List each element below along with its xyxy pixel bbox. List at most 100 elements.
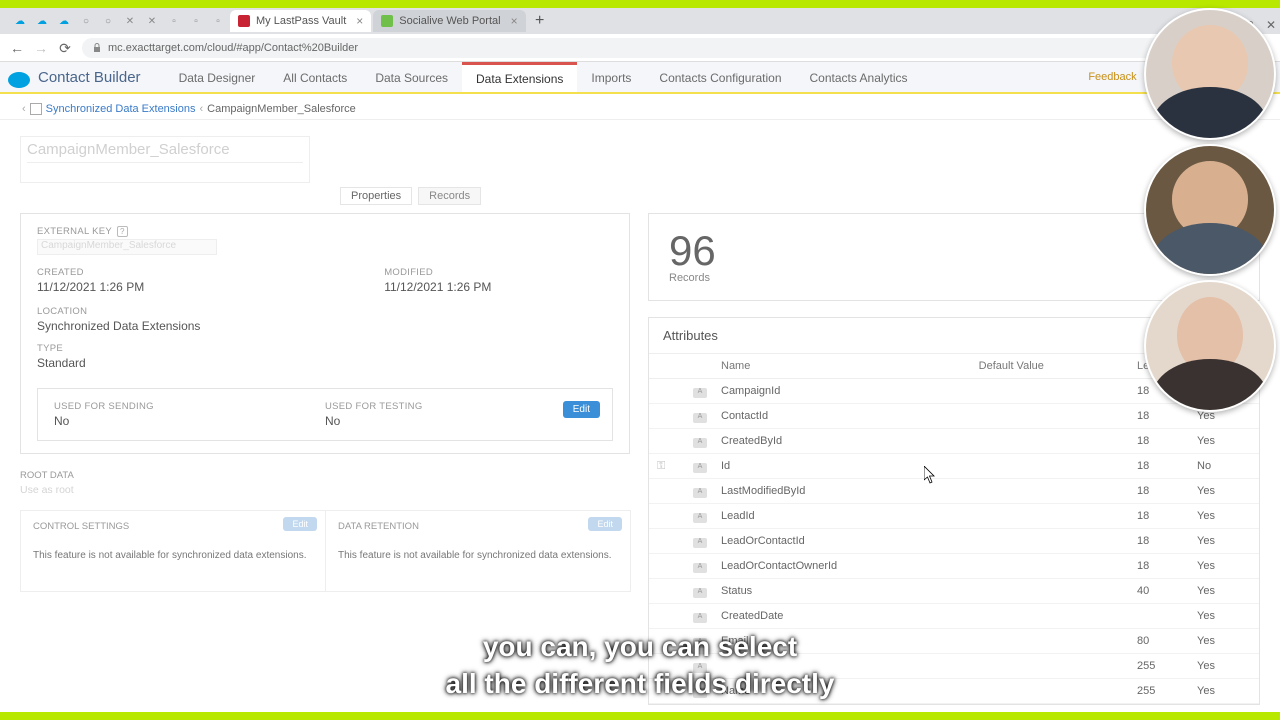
root-hint: Use as root <box>20 484 630 496</box>
chevron-left-icon[interactable]: ‹ <box>22 103 26 115</box>
table-row[interactable]: ACreatedById18Yes <box>649 429 1259 454</box>
root-label: ROOT DATA <box>20 470 630 481</box>
title-box: CampaignMember_Salesforce <box>20 136 310 183</box>
attr-name: LeadId <box>713 504 971 529</box>
control-settings-label: CONTROL SETTINGS <box>33 521 313 532</box>
breadcrumb-current: CampaignMember_Salesforce <box>207 103 356 115</box>
nav-tab-data-extensions[interactable]: Data Extensions <box>462 62 577 92</box>
video-call-thumbnails <box>1144 8 1276 412</box>
new-tab-button[interactable]: + <box>532 13 548 29</box>
cloud-icon[interactable]: ☁ <box>14 15 26 27</box>
url-input[interactable]: mc.exacttarget.com/cloud/#app/Contact%20… <box>82 38 1246 58</box>
back-icon[interactable]: ← <box>10 41 24 55</box>
location-label: LOCATION <box>37 306 613 317</box>
used-testing-label: USED FOR TESTING <box>325 401 596 412</box>
participant-video[interactable] <box>1144 280 1276 412</box>
root-data-section: ROOT DATA Use as root <box>20 470 630 496</box>
attr-nullable: Yes <box>1189 529 1259 554</box>
video-subtitle: you can, you can select all the differen… <box>446 629 835 702</box>
cloud-icon[interactable]: ☁ <box>58 15 70 27</box>
cloud-icon[interactable]: ☁ <box>36 15 48 27</box>
attr-nullable: Yes <box>1189 429 1259 454</box>
tab-icon[interactable]: ○ <box>102 15 114 27</box>
browser-tab[interactable]: My LastPass Vault × <box>230 10 371 32</box>
browser-tab[interactable]: Socialive Web Portal × <box>373 10 525 32</box>
breadcrumb: ‹ Synchronized Data Extensions ‹ Campaig… <box>0 98 1280 120</box>
used-sending-value: No <box>54 414 325 428</box>
col-default: Default Value <box>971 354 1129 379</box>
tab-icon[interactable]: ▫ <box>190 15 202 27</box>
attr-default <box>971 579 1129 604</box>
key-icon <box>649 404 675 429</box>
help-icon[interactable]: ? <box>117 226 128 237</box>
attr-name: CampaignId <box>713 379 971 404</box>
breadcrumb-link[interactable]: Synchronized Data Extensions <box>46 103 196 115</box>
attr-length: 18 <box>1129 479 1189 504</box>
tab-icon[interactable]: ▫ <box>212 15 224 27</box>
subtab-records[interactable]: Records <box>418 187 481 205</box>
data-retention-panel: DATA RETENTION Edit This feature is not … <box>325 510 631 592</box>
attr-length: 255 <box>1129 654 1189 679</box>
table-row[interactable]: ALeadOrContactId18Yes <box>649 529 1259 554</box>
created-label: CREATED <box>37 267 144 278</box>
external-key-value: CampaignMember_Salesforce <box>37 239 217 255</box>
feedback-link[interactable]: Feedback <box>1088 71 1136 83</box>
forward-icon[interactable]: → <box>34 41 48 55</box>
nav-tab-imports[interactable]: Imports <box>577 62 645 92</box>
attr-name: CreatedDate <box>713 604 971 629</box>
nav-tab-all-contacts[interactable]: All Contacts <box>269 62 361 92</box>
nav-tab-contacts-analytics[interactable]: Contacts Analytics <box>796 62 922 92</box>
table-row[interactable]: ALastModifiedById18Yes <box>649 479 1259 504</box>
extension-name: CampaignMember_Salesforce <box>27 141 303 158</box>
table-row[interactable]: ALeadId18Yes <box>649 504 1259 529</box>
subtab-properties[interactable]: Properties <box>340 187 412 205</box>
modified-value: 11/12/2021 1:26 PM <box>384 280 491 294</box>
participant-video[interactable] <box>1144 8 1276 140</box>
nav-tab-data-designer[interactable]: Data Designer <box>165 62 270 92</box>
browser-tabstrip: ☁ ☁ ☁ ○ ○ ✕ ✕ ▫ ▫ ▫ My LastPass Vault × … <box>0 8 1280 34</box>
table-row[interactable]: ALeadOrContactOwnerId18Yes <box>649 554 1259 579</box>
location-value: Synchronized Data Extensions <box>37 319 613 333</box>
close-icon[interactable]: × <box>511 14 518 28</box>
type-icon: A <box>675 504 713 529</box>
attr-default <box>971 479 1129 504</box>
key-icon <box>649 604 675 629</box>
table-row[interactable]: AStatus40Yes <box>649 579 1259 604</box>
type-icon: A <box>675 479 713 504</box>
properties-panel: EXTERNAL KEY ? CampaignMember_Salesforce… <box>20 213 630 454</box>
attr-default <box>971 429 1129 454</box>
type-icon: A <box>675 554 713 579</box>
nav-tab-data-sources[interactable]: Data Sources <box>361 62 462 92</box>
type-icon: A <box>675 404 713 429</box>
key-icon <box>649 504 675 529</box>
favicon-icon <box>238 15 250 27</box>
participant-video[interactable] <box>1144 144 1276 276</box>
grid-icon[interactable] <box>30 103 42 115</box>
close-icon[interactable]: × <box>356 14 363 28</box>
attr-nullable: Yes <box>1189 654 1259 679</box>
attr-default <box>971 379 1129 404</box>
reload-icon[interactable]: ⟳ <box>58 41 72 55</box>
edit-button[interactable]: Edit <box>563 401 600 418</box>
key-icon <box>649 429 675 454</box>
tab-close-icon[interactable]: ✕ <box>124 15 136 27</box>
favicon-icon <box>381 15 393 27</box>
attr-nullable: No <box>1189 454 1259 479</box>
tab-icon[interactable]: ▫ <box>168 15 180 27</box>
attr-length: 18 <box>1129 429 1189 454</box>
type-icon: A <box>675 604 713 629</box>
used-sending-label: USED FOR SENDING <box>54 401 325 412</box>
edit-button-disabled: Edit <box>588 517 622 531</box>
tab-icon[interactable]: ○ <box>80 15 92 27</box>
browser-addressbar: ← → ⟳ mc.exacttarget.com/cloud/#app/Cont… <box>0 34 1280 62</box>
nav-tab-contacts-config[interactable]: Contacts Configuration <box>645 62 795 92</box>
mouse-cursor-icon <box>924 466 936 484</box>
lock-icon <box>92 43 102 53</box>
attr-nullable: Yes <box>1189 679 1259 704</box>
attr-nullable: Yes <box>1189 604 1259 629</box>
control-settings-msg: This feature is not available for synchr… <box>33 550 313 561</box>
table-row[interactable]: ACreatedDate Yes <box>649 604 1259 629</box>
tab-close-icon[interactable]: ✕ <box>146 15 158 27</box>
key-icon <box>649 579 675 604</box>
table-row[interactable]: ⚿AId18No <box>649 454 1259 479</box>
